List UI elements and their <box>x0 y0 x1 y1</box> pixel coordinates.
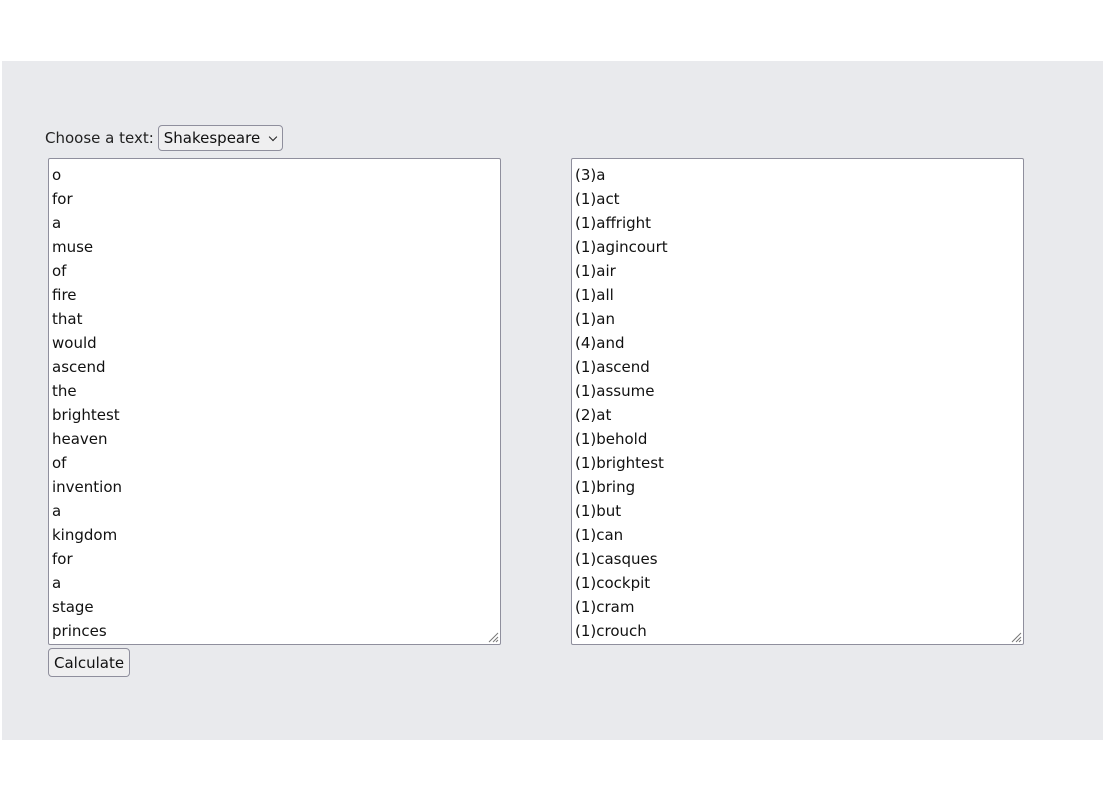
input-word-line: invention <box>52 478 123 496</box>
output-textarea[interactable]: (3)a (1)act (1)affright (1)agincourt (1)air (… <box>571 158 1024 645</box>
word-count-line: (1)brightest <box>575 454 664 472</box>
input-lines: o for a muse of fire that would ascend the brighte… <box>52 163 497 643</box>
input-word-line: a <box>52 574 62 592</box>
input-word-line: a <box>52 214 62 232</box>
word-count-line: (1)affright <box>575 214 652 232</box>
input-textarea[interactable]: o for a muse of fire that would ascend the brighte… <box>48 158 501 645</box>
word-count-line: (1)act <box>575 190 620 208</box>
word-count-line: (1)behold <box>575 430 648 448</box>
word-count-line: (2)at <box>575 406 612 424</box>
input-word-line: that <box>52 310 83 328</box>
input-word-line: for <box>52 550 73 568</box>
input-word-line: of <box>52 262 67 280</box>
input-word-line: fire <box>52 286 77 304</box>
chevron-down-icon <box>268 132 278 142</box>
input-word-line: the <box>52 382 77 400</box>
resize-grip-icon[interactable] <box>1010 631 1022 643</box>
word-count-line: (1)an <box>575 310 615 328</box>
word-count-line: (1)can <box>575 526 624 544</box>
text-chooser: Choose a text: Shakespeare <box>45 125 284 151</box>
input-word-line: of <box>52 454 67 472</box>
input-word-line: stage <box>52 598 94 616</box>
choose-text-label: Choose a text: <box>45 129 154 147</box>
input-word-line: brightest <box>52 406 120 424</box>
input-word-line: princes <box>52 622 107 640</box>
text-select-value: Shakespeare <box>163 129 261 147</box>
input-word-line: for <box>52 190 73 208</box>
word-count-line: (3)a <box>575 166 606 184</box>
calculate-button[interactable]: Calculate <box>48 648 131 677</box>
word-count-line: (1)air <box>575 262 616 280</box>
word-count-line: (1)crouch <box>575 622 647 640</box>
resize-grip-icon[interactable] <box>487 631 499 643</box>
word-count-line: (1)casques <box>575 550 658 568</box>
input-word-line: kingdom <box>52 526 118 544</box>
input-word-line: muse <box>52 238 94 256</box>
word-count-line: (1)cockpit <box>575 574 651 592</box>
input-word-line: o <box>52 166 62 184</box>
word-count-line: (1)ascend <box>575 358 650 376</box>
input-word-line: a <box>52 502 62 520</box>
text-select[interactable]: Shakespeare <box>157 125 284 151</box>
output-lines: (3)a (1)act (1)affright (1)agincourt (1)air (… <box>575 163 1020 643</box>
input-word-line: heaven <box>52 430 108 448</box>
word-count-line: (1)assume <box>575 382 655 400</box>
word-count-line: (1)cram <box>575 598 635 616</box>
word-count-line: (1)but <box>575 502 622 520</box>
word-count-line: (4)and <box>575 334 625 352</box>
word-count-line: (1)agincourt <box>575 238 668 256</box>
word-count-line: (1)bring <box>575 478 636 496</box>
input-word-line: would <box>52 334 97 352</box>
word-count-line: (1)all <box>575 286 614 304</box>
input-word-line: ascend <box>52 358 106 376</box>
main-panel: Choose a text: Shakespeare o for a muse of fi… <box>2 61 1103 740</box>
